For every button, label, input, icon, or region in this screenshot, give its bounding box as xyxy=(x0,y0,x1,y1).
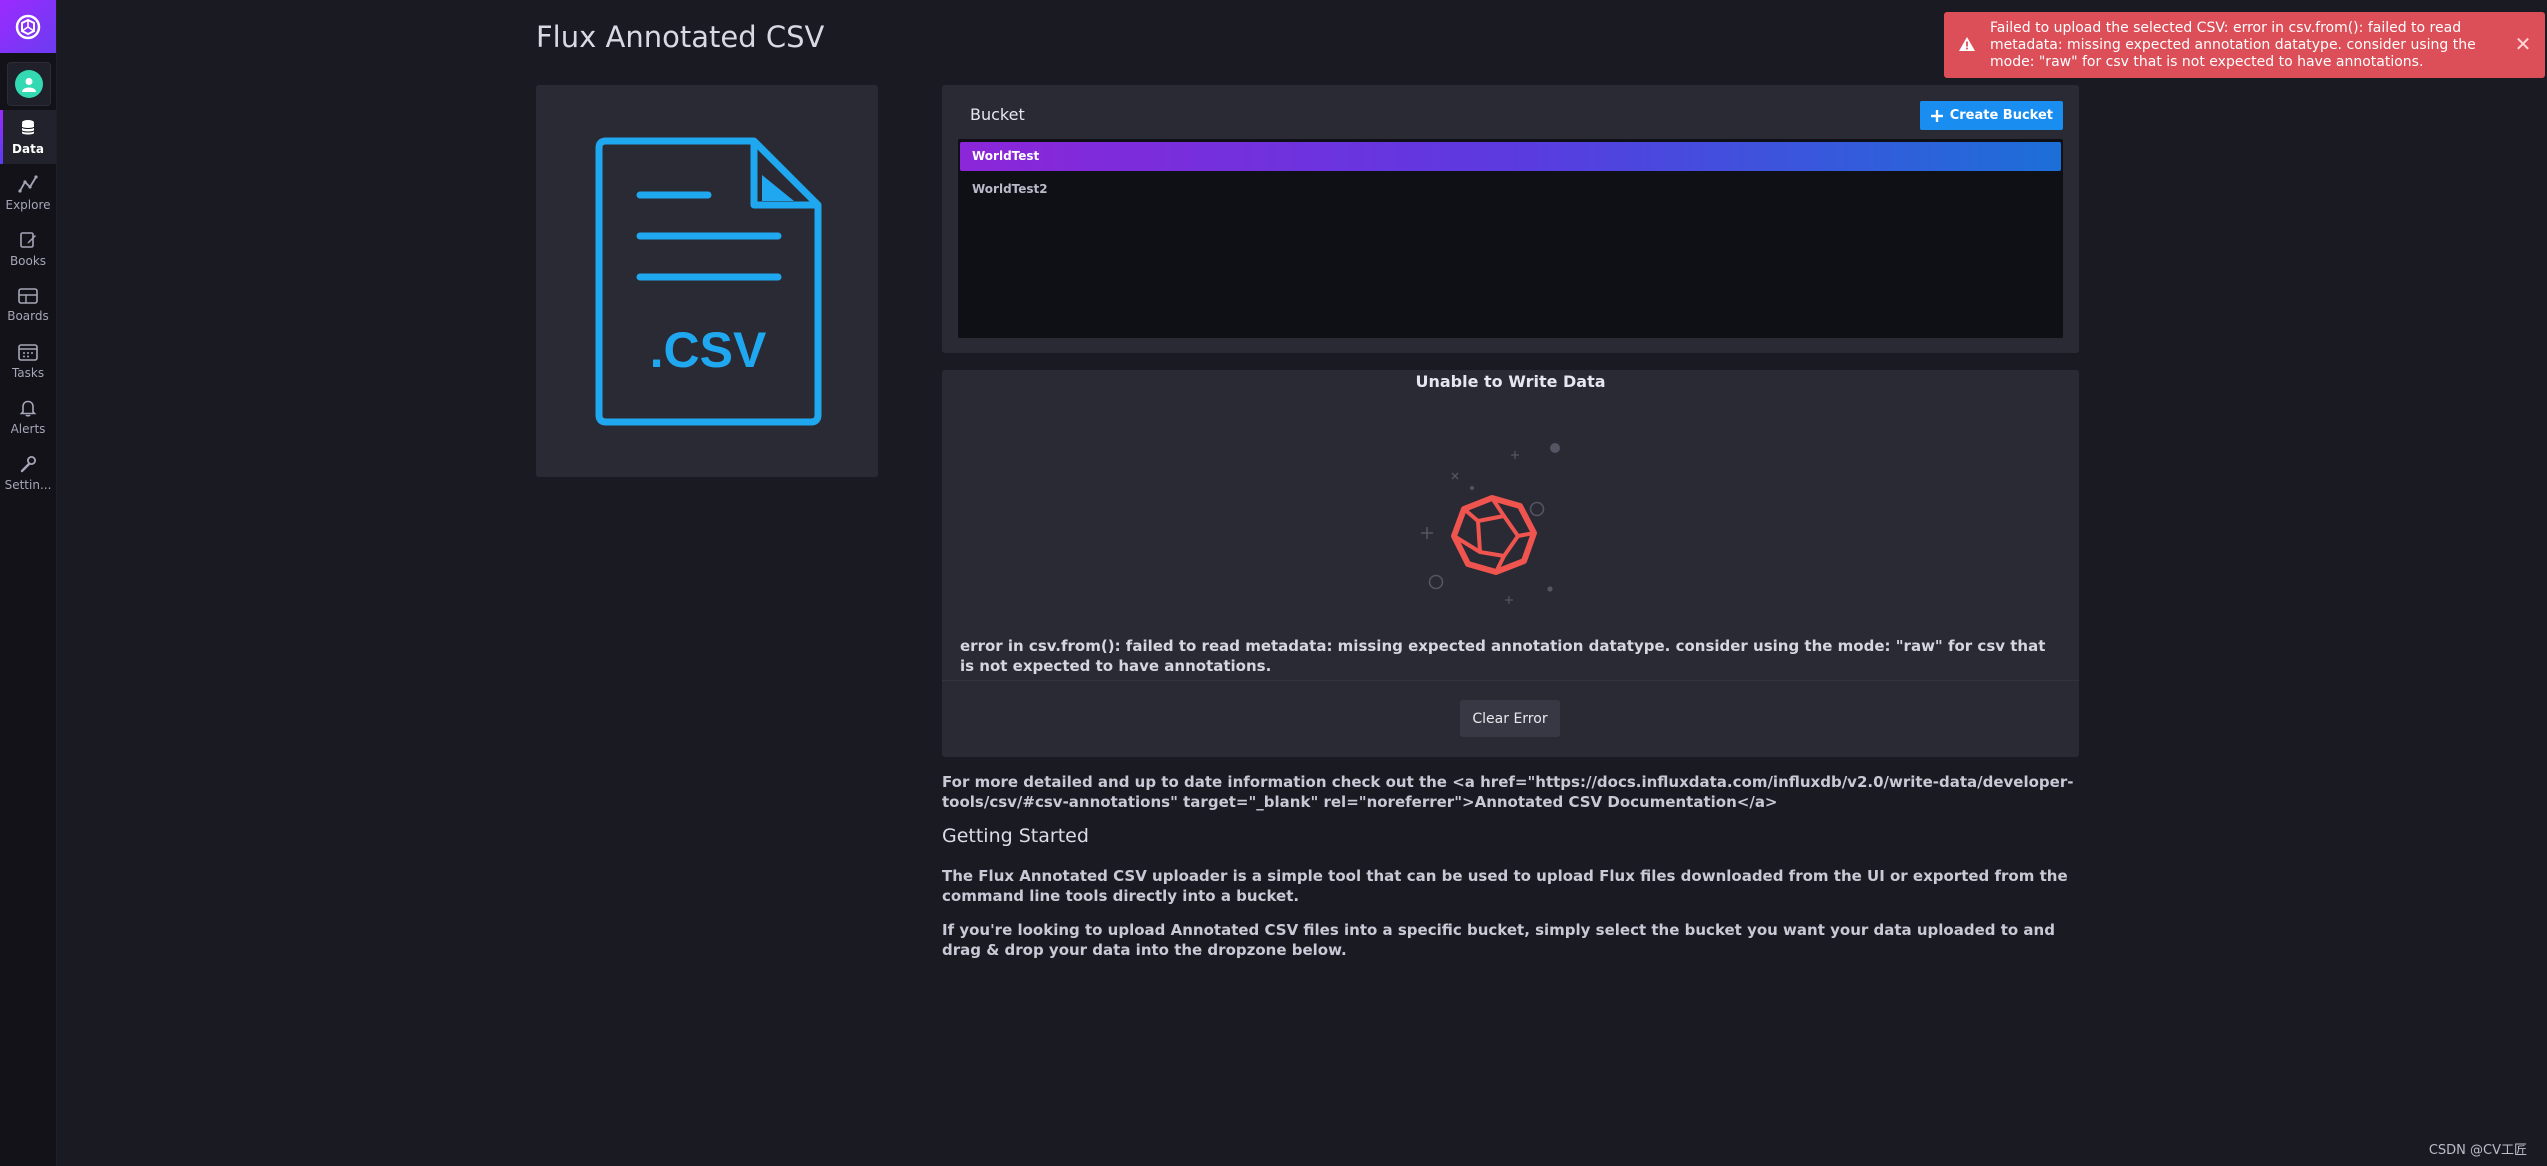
sidebar: Data Explore Books Boards Tasks Alerts S… xyxy=(0,0,57,1166)
error-divider xyxy=(942,680,2079,681)
influxdb-logo-icon[interactable] xyxy=(0,0,56,53)
help-section: For more detailed and up to date informa… xyxy=(942,772,2082,974)
calendar-icon xyxy=(18,343,38,361)
create-bucket-label: Create Bucket xyxy=(1949,108,2053,123)
toast-message: Failed to upload the selected CSV: error… xyxy=(1990,20,2476,70)
watermark: CSDN @CV工匠 xyxy=(2428,1143,2527,1158)
error-message: error in csv.from(): failed to read meta… xyxy=(960,637,2046,675)
documentation-text: For more detailed and up to date informa… xyxy=(942,773,2074,811)
dashboard-icon xyxy=(18,287,38,304)
error-toast: Failed to upload the selected CSV: error… xyxy=(1944,12,2545,78)
database-icon xyxy=(21,119,35,134)
wrench-icon xyxy=(20,455,36,472)
nav-item-data[interactable]: Data xyxy=(0,110,56,164)
nav-item-books[interactable]: Books xyxy=(0,222,56,276)
help-paragraph: The Flux Annotated CSV uploader is a sim… xyxy=(942,867,2068,905)
bucket-list: WorldTest WorldTest2 xyxy=(958,139,2063,338)
nav-label: Explore xyxy=(5,197,51,212)
nav-item-settings[interactable]: Settin... xyxy=(0,446,56,500)
user-avatar[interactable] xyxy=(7,62,51,106)
clear-error-button[interactable]: Clear Error xyxy=(1460,700,1560,737)
error-title: Unable to Write Data xyxy=(1415,372,1606,391)
nav-label: Boards xyxy=(7,308,49,323)
nav-item-tasks[interactable]: Tasks xyxy=(0,334,56,388)
plus-icon xyxy=(1930,109,1943,122)
nav-label: Alerts xyxy=(10,421,46,436)
help-paragraph: If you're looking to upload Annotated CS… xyxy=(942,921,2055,959)
page-title: Flux Annotated CSV xyxy=(536,20,825,54)
csv-file-panel: .CSV xyxy=(536,85,878,477)
nav-item-explore[interactable]: Explore xyxy=(0,166,56,220)
bell-icon xyxy=(19,400,37,416)
error-panel: Unable to Write Data error in csv.from()… xyxy=(942,370,2079,757)
nav-label: Tasks xyxy=(11,365,45,380)
nav-item-alerts[interactable]: Alerts xyxy=(0,390,56,444)
csv-file-icon: .CSV xyxy=(595,137,822,426)
nav-label: Books xyxy=(9,253,47,268)
create-bucket-button[interactable]: Create Bucket xyxy=(1919,101,2063,130)
nav-item-boards[interactable]: Boards xyxy=(0,278,56,332)
graph-icon xyxy=(18,174,38,193)
warning-triangle-icon xyxy=(1959,37,1975,51)
nav-label: Data xyxy=(12,141,44,156)
bucket-panel: Bucket Create Bucket WorldTest WorldTest… xyxy=(942,85,2079,353)
close-icon[interactable]: ✕ xyxy=(2511,32,2535,56)
bucket-item-worldtest2[interactable]: WorldTest2 xyxy=(960,175,2061,204)
error-dodecahedron-icon xyxy=(1421,443,1560,604)
user-avatar-icon xyxy=(15,70,43,98)
getting-started-heading: Getting Started xyxy=(942,825,1089,847)
nav-label: Settin... xyxy=(4,477,52,492)
notebook-icon xyxy=(20,231,36,248)
bucket-title: Bucket xyxy=(970,105,1025,124)
csv-extension-label: .CSV xyxy=(650,322,767,378)
bucket-item-worldtest[interactable]: WorldTest xyxy=(960,142,2061,171)
